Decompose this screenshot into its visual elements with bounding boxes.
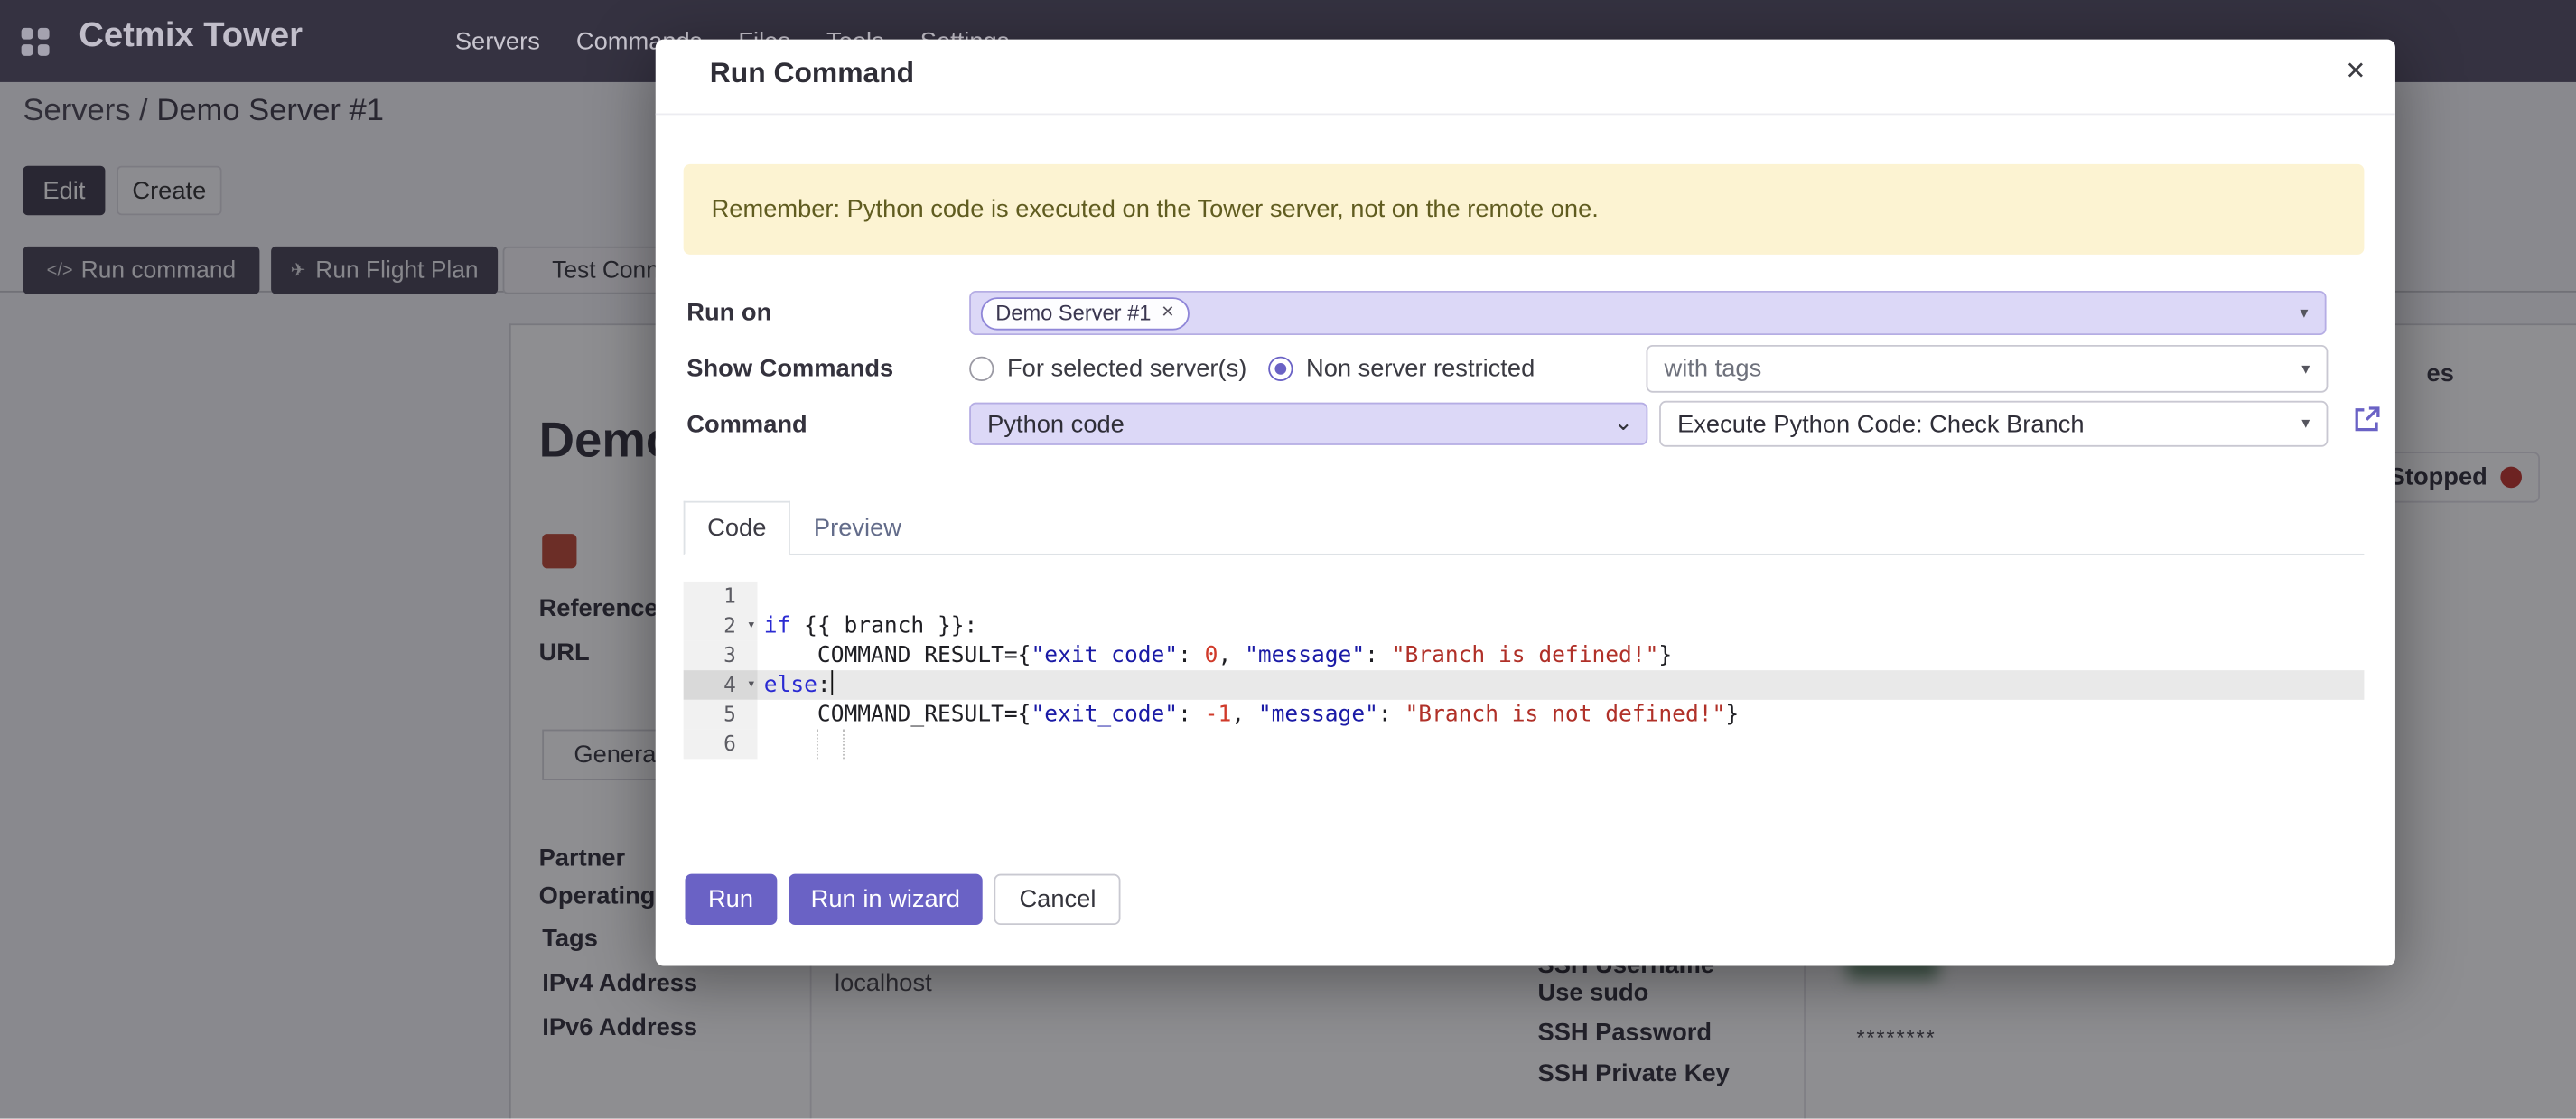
code-text[interactable]: COMMAND_RESULT={"exit_code": 0, "message… [758, 640, 2365, 670]
caret-down-icon: ▾ [2301, 415, 2310, 433]
dialog-title: Run Command [710, 56, 914, 90]
code-line[interactable]: 5 COMMAND_RESULT={"exit_code": -1, "mess… [684, 700, 2365, 730]
warning-alert: Remember: Python code is executed on the… [684, 164, 2365, 255]
radio-for-selected-servers[interactable]: For selected server(s) [969, 355, 1246, 383]
code-text[interactable]: else: [758, 670, 2365, 700]
line-number: 3 [684, 640, 758, 670]
indent-guide [843, 730, 845, 760]
line-number: 1 [684, 582, 758, 611]
text-cursor [831, 670, 834, 695]
with-tags-select[interactable]: with tags ▾ [1647, 345, 2329, 393]
run-on-multiselect[interactable]: Demo Server #1 ✕ ▾ [969, 291, 2326, 335]
code-editor[interactable]: 12▾if {{ branch }}:3 COMMAND_RESULT={"ex… [684, 575, 2365, 760]
run-button[interactable]: Run [685, 874, 776, 925]
code-text[interactable]: COMMAND_RESULT={"exit_code": -1, "messag… [758, 700, 2365, 730]
run-on-label: Run on [686, 299, 771, 327]
tabs-divider [684, 554, 2365, 555]
tab-code[interactable]: Code [684, 501, 790, 555]
run-command-dialog: Run Command ✕ Remember: Python code is e… [656, 40, 2395, 966]
dialog-header-divider [656, 114, 2395, 116]
radio-icon[interactable] [969, 357, 994, 381]
command-type-select[interactable]: Python code ⌄ [969, 403, 1647, 445]
code-text[interactable] [758, 582, 2365, 611]
code-line[interactable]: 4▾else: [684, 670, 2365, 700]
fold-caret-icon[interactable]: ▾ [747, 670, 756, 700]
server-tag[interactable]: Demo Server #1 ✕ [981, 296, 1190, 329]
command-label: Command [686, 411, 807, 439]
code-line[interactable]: 2▾if {{ branch }}: [684, 611, 2365, 641]
external-link-icon[interactable] [2349, 403, 2384, 437]
code-line[interactable]: 3 COMMAND_RESULT={"exit_code": 0, "messa… [684, 640, 2365, 670]
code-text[interactable]: if {{ branch }}: [758, 611, 2365, 641]
code-line[interactable]: 1 [684, 582, 2365, 611]
chevron-down-icon: ⌄ [1614, 408, 1633, 436]
radio-non-server-restricted[interactable]: Non server restricted [1268, 355, 1535, 383]
tab-preview[interactable]: Preview [790, 501, 925, 555]
remove-tag-icon[interactable]: ✕ [1161, 303, 1174, 322]
show-commands-label: Show Commands [686, 355, 893, 383]
caret-down-icon[interactable]: ▾ [2300, 303, 2308, 322]
run-in-wizard-button[interactable]: Run in wizard [788, 874, 983, 925]
indent-guide [817, 730, 818, 760]
command-select[interactable]: Execute Python Code: Check Branch ▾ [1659, 401, 2328, 447]
cancel-button[interactable]: Cancel [994, 874, 1121, 925]
close-icon[interactable]: ✕ [2338, 50, 2372, 92]
line-number: 2▾ [684, 611, 758, 641]
caret-down-icon: ▾ [2301, 359, 2310, 378]
line-number: 4▾ [684, 670, 758, 700]
line-number: 5 [684, 700, 758, 730]
code-text[interactable] [758, 730, 2365, 760]
code-line[interactable]: 6 [684, 730, 2365, 760]
app-root: Cetmix Tower Servers Commands Files Tool… [0, 0, 2576, 1119]
fold-caret-icon[interactable]: ▾ [747, 611, 756, 641]
dialog-footer: Run Run in wizard Cancel [685, 874, 1120, 925]
line-number: 6 [684, 730, 758, 760]
radio-checked-icon[interactable] [1268, 357, 1293, 381]
